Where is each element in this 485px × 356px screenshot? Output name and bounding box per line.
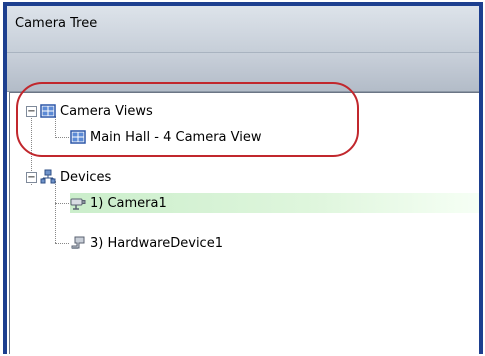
tree-node-label: 3) HardwareDevice1: [90, 235, 223, 251]
hardware-device-icon: [71, 236, 85, 249]
tree-node-devices[interactable]: Devices: [40, 167, 111, 187]
panel-toolbar: [7, 53, 479, 92]
tree-node-camera1[interactable]: 1) Camera1: [70, 193, 479, 213]
panel-title-bar: Camera Tree: [7, 6, 479, 53]
tree-node-main-hall-view[interactable]: Main Hall - 4 Camera View: [70, 127, 262, 147]
camera-tree-window: Camera Tree − Camera Views Main Hall - 4…: [3, 2, 483, 354]
camera-tree[interactable]: − Camera Views Main Hall - 4 Camera View…: [9, 92, 479, 354]
tree-node-label: 1) Camera1: [90, 195, 167, 211]
network-devices-icon: [40, 169, 56, 184]
camera-view-icon: [70, 130, 86, 144]
tree-node-label: Camera Views: [60, 103, 153, 119]
collapse-camera-views-button[interactable]: −: [26, 106, 37, 117]
panel-title: Camera Tree: [15, 16, 98, 31]
tree-node-hardware-device1[interactable]: 3) HardwareDevice1: [70, 233, 223, 253]
camera-icon: [70, 198, 86, 210]
camera-tree-panel: Camera Tree − Camera Views Main Hall - 4…: [7, 6, 479, 354]
tree-node-camera-views[interactable]: Camera Views: [40, 101, 153, 121]
tree-node-label: Devices: [60, 169, 112, 185]
tree-node-label: Main Hall - 4 Camera View: [90, 129, 262, 145]
collapse-devices-button[interactable]: −: [26, 172, 37, 183]
camera-view-icon: [40, 104, 56, 118]
